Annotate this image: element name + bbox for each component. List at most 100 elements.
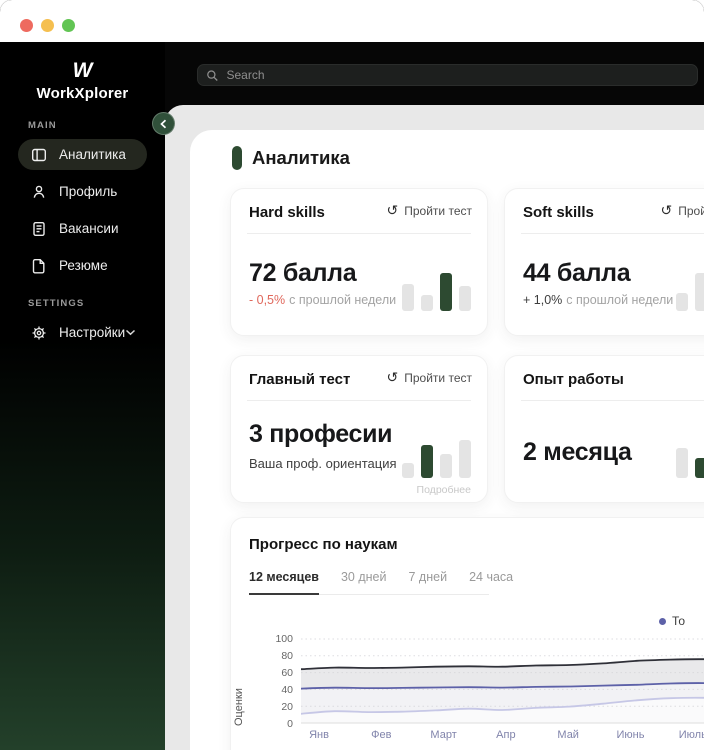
y-tick-label: 80 <box>281 650 293 662</box>
mini-bar-chart <box>676 273 704 311</box>
sidebar-section-main: MAIN <box>28 120 57 131</box>
main-panel: Аналитика Hard skills ↺ Пройти тест 72 б… <box>190 130 704 750</box>
analytics-layout-icon <box>31 147 47 163</box>
card-title: Опыт работы <box>523 371 624 388</box>
x-tick-label: Март <box>430 729 457 741</box>
mini-bar <box>440 454 452 478</box>
stat-value: 2 месяца <box>523 438 632 466</box>
take-test-label: Пройти тест <box>404 371 472 385</box>
sidebar-item-label: Резюме <box>59 258 108 273</box>
x-tick-label: Апр <box>496 729 516 741</box>
sidebar-section-settings: SETTINGS <box>28 298 85 309</box>
mini-bar <box>421 445 433 478</box>
card-title: Hard skills <box>249 204 325 221</box>
divider <box>247 400 471 401</box>
stat-value: 44 балла <box>523 259 631 287</box>
stat-delta: + 1,0% <box>523 293 563 307</box>
progress-line-chart <box>301 638 704 724</box>
x-tick-label: Янв <box>309 729 329 741</box>
stat-value: 72 балла <box>249 259 357 287</box>
logo-text: WorkXplorer <box>36 85 129 102</box>
stat-subtitle: Ваша проф. ориентация <box>249 456 397 471</box>
sidebar-item-resume[interactable]: Резюме <box>18 250 147 281</box>
mini-bar <box>402 284 414 311</box>
title-accent-pill <box>232 146 242 170</box>
mini-bar <box>695 273 704 311</box>
take-test-label: Пройти тест <box>404 204 472 218</box>
refresh-icon: ↺ <box>386 370 399 386</box>
progress-title: Прогресс по наукам <box>249 536 398 553</box>
sidebar-item-vacancies[interactable]: Вакансии <box>18 213 147 244</box>
mini-bar <box>459 440 471 478</box>
card-title: Главный тест <box>249 371 351 388</box>
collapse-sidebar-button[interactable] <box>152 112 175 135</box>
period-tab[interactable]: 12 месяцев <box>249 570 319 595</box>
window-titlebar <box>0 0 704 42</box>
period-tab[interactable]: 30 дней <box>341 570 387 595</box>
chevron-down-icon <box>125 329 136 336</box>
y-tick-label: 0 <box>287 718 293 730</box>
card-title: Soft skills <box>523 204 594 221</box>
page-title-text: Аналитика <box>252 147 350 168</box>
take-test-label: Пройти тест <box>678 204 704 218</box>
stat-delta-suffix: с прошлой недели <box>289 293 397 307</box>
maximize-window-icon[interactable] <box>62 19 75 32</box>
mini-bar-chart <box>402 440 471 478</box>
sidebar-item-label: Настройки <box>59 325 126 340</box>
legend-label: То <box>672 614 686 628</box>
sidebar-item-settings[interactable]: Настройки <box>18 317 147 348</box>
mini-bar <box>459 286 471 311</box>
mini-bar <box>402 463 414 478</box>
content-area: Аналитика Hard skills ↺ Пройти тест 72 б… <box>165 105 704 750</box>
period-tabs: 12 месяцев 30 дней 7 дней 24 часа <box>249 570 513 595</box>
period-tab[interactable]: 7 дней <box>409 570 448 595</box>
chart-legend: То <box>659 614 685 628</box>
take-test-button[interactable]: ↺ Пройти тест <box>387 371 472 385</box>
sidebar: W WorkXplorer MAIN Аналитика Профиль Вак… <box>0 42 165 750</box>
take-test-button[interactable]: ↺ Пройти тест <box>661 204 704 218</box>
x-tick-label: Июнь <box>616 729 645 741</box>
sidebar-item-label: Вакансии <box>59 221 119 236</box>
legend-dot-icon <box>659 617 666 625</box>
sidebar-item-profile[interactable]: Профиль <box>18 176 147 207</box>
search-input[interactable] <box>224 67 689 83</box>
page-title: Аналитика <box>232 146 350 170</box>
mini-bar-chart <box>402 273 471 311</box>
divider <box>521 233 704 234</box>
document-lines-icon <box>31 221 47 237</box>
take-test-button[interactable]: ↺ Пройти тест <box>387 204 472 218</box>
mini-bar <box>676 293 688 311</box>
logo: W WorkXplorer <box>0 42 165 103</box>
minimize-window-icon[interactable] <box>41 19 54 32</box>
logo-mark: W <box>72 59 93 82</box>
mini-bar <box>676 448 688 478</box>
sidebar-item-label: Аналитика <box>59 147 126 162</box>
person-icon <box>31 184 47 200</box>
sidebar-item-label: Профиль <box>59 184 118 199</box>
refresh-icon: ↺ <box>660 203 673 219</box>
period-tab[interactable]: 24 часа <box>469 570 513 595</box>
mini-bar-chart <box>676 448 704 478</box>
divider <box>247 233 471 234</box>
sidebar-item-analytics[interactable]: Аналитика <box>18 139 147 170</box>
document-icon <box>31 258 47 274</box>
mini-bar <box>421 295 433 311</box>
mini-bar <box>440 273 452 311</box>
app-body: W WorkXplorer MAIN Аналитика Профиль <box>0 42 704 750</box>
y-tick-label: 100 <box>275 633 293 645</box>
chevron-left-icon <box>160 119 167 128</box>
y-axis-label: Оценки <box>233 688 245 726</box>
more-link[interactable]: Подробнее <box>417 484 471 496</box>
close-window-icon[interactable] <box>20 19 33 32</box>
search-bar[interactable] <box>197 64 698 86</box>
stat-subtitle: - 0,5% с прошлой недели <box>249 293 396 307</box>
card-progress: Прогресс по наукам 12 месяцев 30 дней 7 дн… <box>230 517 704 750</box>
stat-subtitle: + 1,0% с прошлой недели <box>523 293 673 307</box>
refresh-icon: ↺ <box>386 203 399 219</box>
card-main-test: Главный тест ↺ Пройти тест 3 професии Ва… <box>230 355 488 503</box>
app-window: W WorkXplorer MAIN Аналитика Профиль <box>0 0 704 750</box>
gear-icon <box>31 325 47 341</box>
stat-value: 3 професии <box>249 420 393 448</box>
mini-bar <box>695 458 704 478</box>
x-tick-label: Май <box>557 729 579 741</box>
